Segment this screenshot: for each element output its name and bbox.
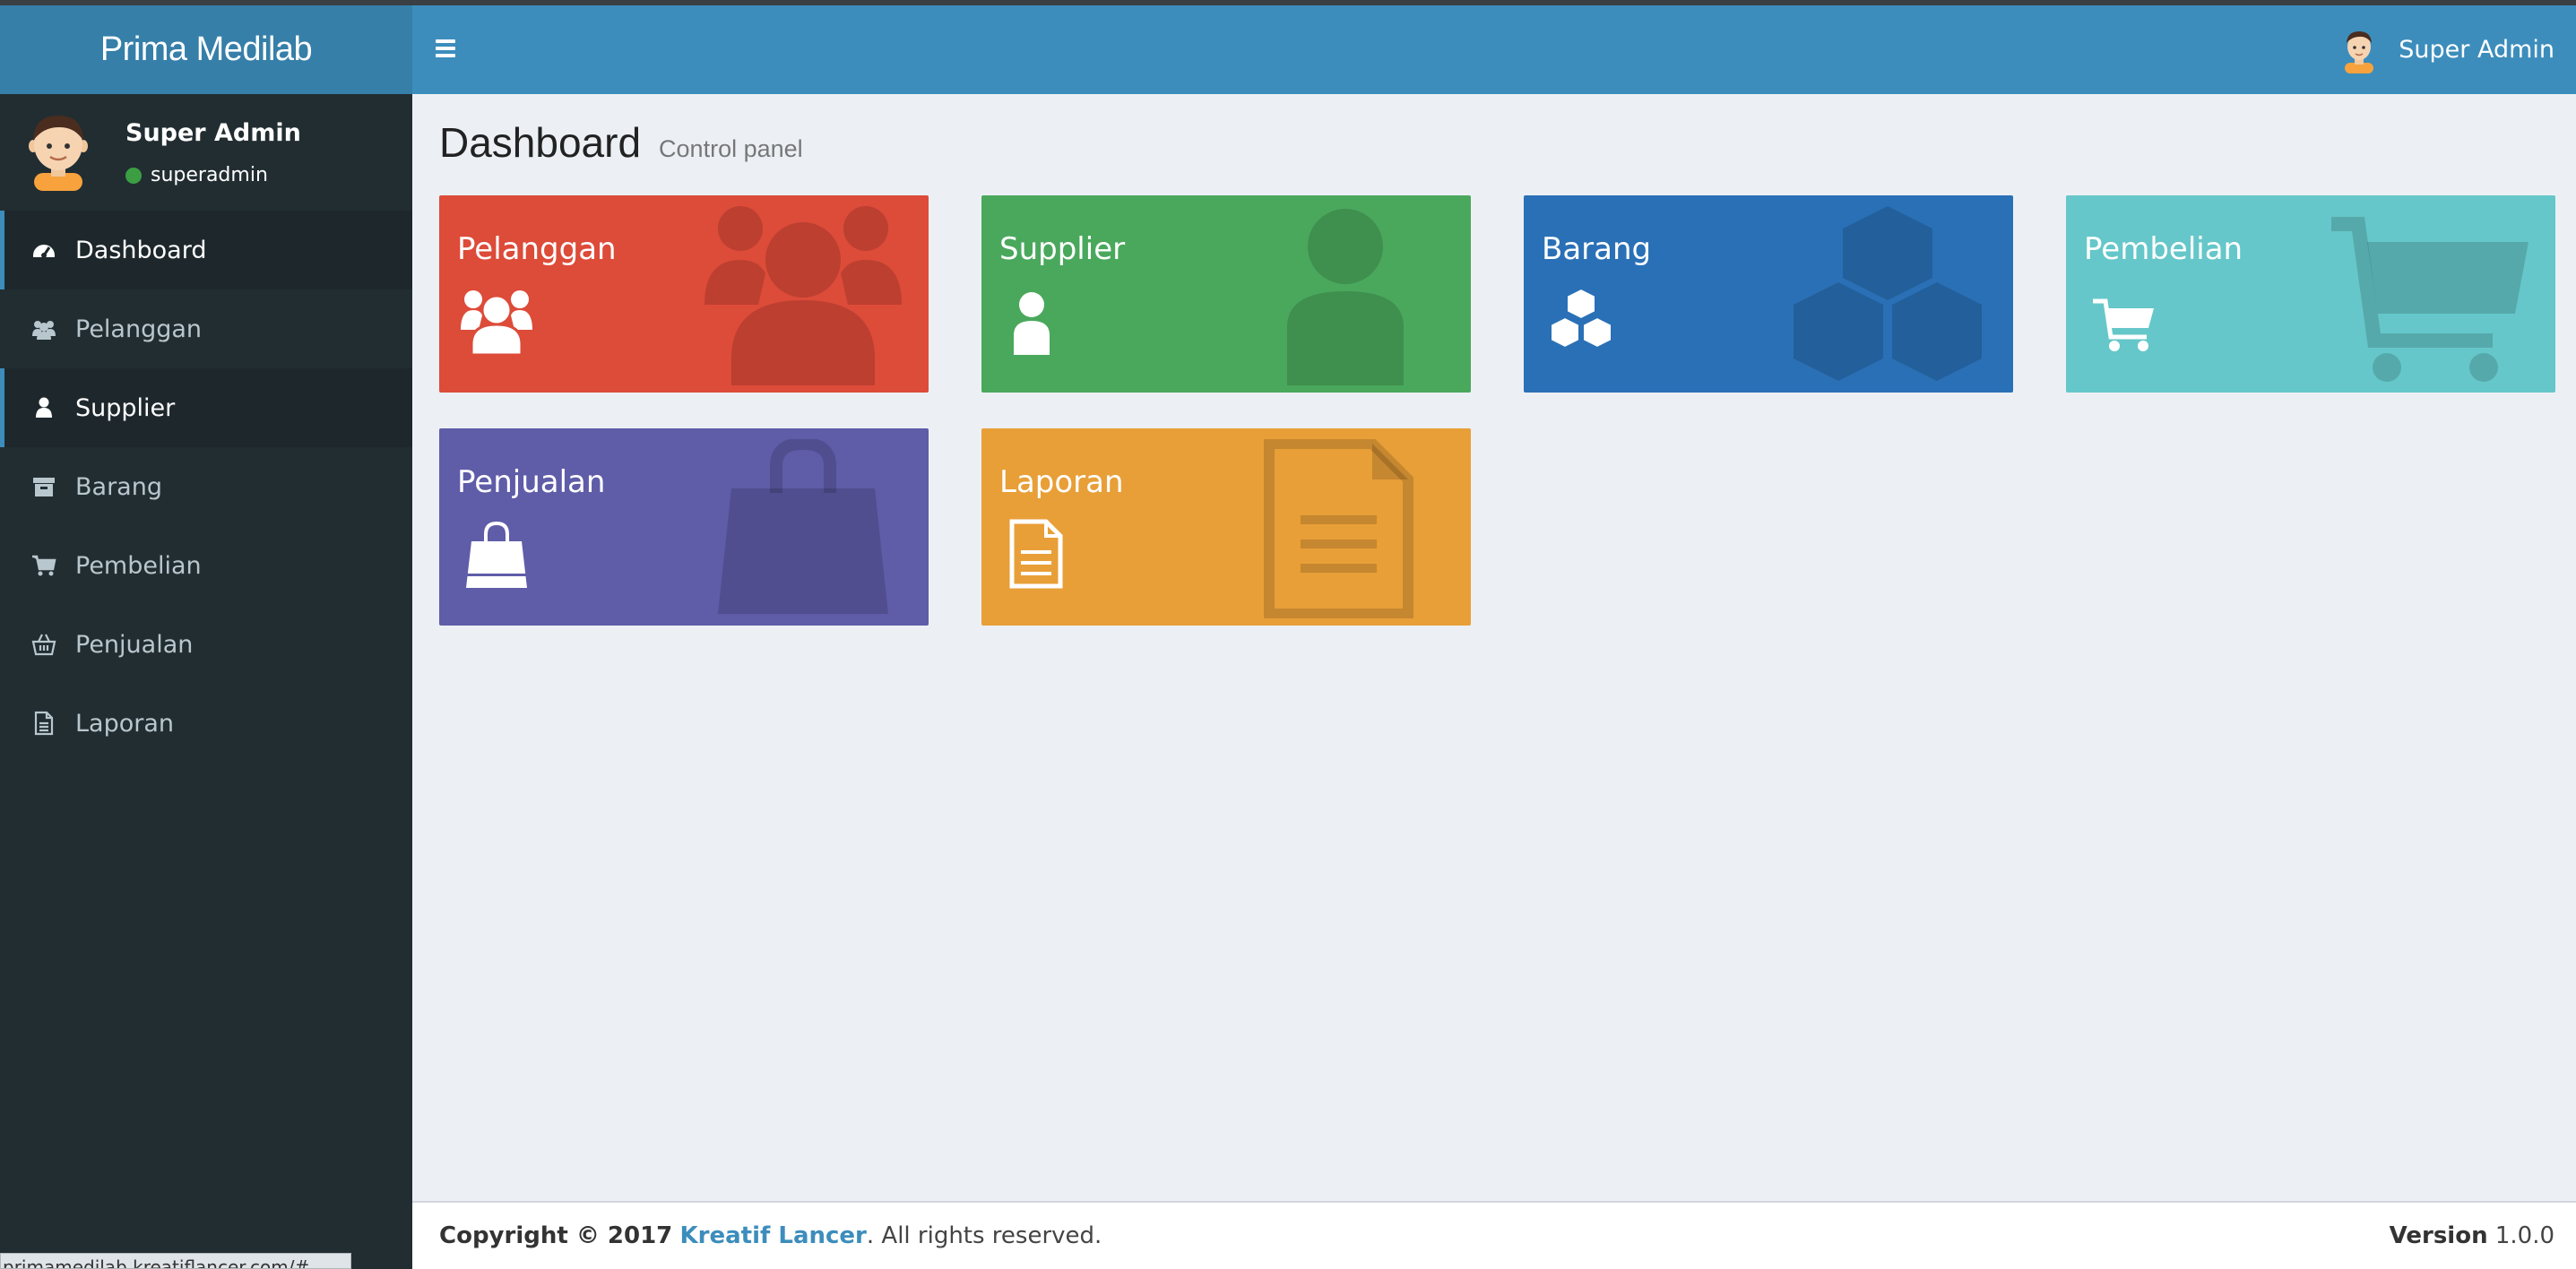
document-icon — [30, 710, 57, 737]
sidebar-item-label: Penjualan — [75, 630, 194, 659]
header-user-name: Super Admin — [2399, 36, 2554, 64]
sidebar-item-label: Pembelian — [75, 551, 202, 580]
tile-pembelian[interactable]: Pembelian — [2066, 195, 2555, 393]
tile-title: Pembelian — [2084, 231, 2243, 267]
copyright-prefix: Copyright © 2017 — [439, 1222, 673, 1249]
version-info: Version 1.0.0 — [2390, 1222, 2554, 1249]
user-menu[interactable]: Super Admin — [2339, 5, 2554, 94]
sidebar-item-pelanggan[interactable]: Pelanggan — [0, 289, 412, 368]
avatar — [29, 116, 88, 191]
cubes-icon — [1794, 206, 1982, 381]
version-number: 1.0.0 — [2494, 1222, 2554, 1249]
sidebar-item-penjualan[interactable]: Penjualan — [0, 605, 412, 684]
shopping-bag-icon — [466, 521, 527, 588]
sidebar-item-barang[interactable]: Barang — [0, 447, 412, 526]
sidebar-menu: Dashboard Pelanggan Supplier Barang Pemb… — [0, 211, 412, 763]
user-icon — [30, 394, 57, 421]
users-icon — [461, 290, 532, 357]
page-subtitle: Control panel — [659, 135, 803, 162]
sidebar-toggle-button[interactable] — [436, 36, 464, 65]
tile-barang[interactable]: Barang — [1524, 195, 2013, 393]
company-link[interactable]: Kreatif Lancer — [680, 1222, 867, 1249]
online-status-icon — [125, 167, 142, 184]
sidebar-item-pembelian[interactable]: Pembelian — [0, 526, 412, 605]
user-status: superadmin — [125, 164, 268, 186]
sidebar-item-dashboard[interactable]: Dashboard — [0, 211, 412, 289]
sidebar-item-label: Dashboard — [75, 236, 207, 264]
top-navbar: Super Admin — [412, 5, 2576, 94]
cart-icon — [2093, 298, 2154, 351]
tile-pelanggan[interactable]: Pelanggan — [439, 195, 929, 393]
tile-title: Supplier — [999, 231, 1126, 267]
tile-supplier[interactable]: Supplier — [981, 195, 1471, 393]
dashboard-icon — [30, 237, 57, 263]
cubes-icon — [1550, 287, 1612, 350]
copyright-suffix: . All rights reserved. — [866, 1222, 1102, 1249]
user-icon — [1287, 209, 1404, 385]
sidebar-item-laporan[interactable]: Laporan — [0, 684, 412, 763]
user-panel: Super Admin superadmin — [0, 94, 412, 211]
shopping-bag-icon — [718, 439, 888, 614]
sidebar-item-label: Barang — [75, 472, 162, 501]
cart-icon — [30, 552, 57, 579]
users-icon — [705, 206, 902, 385]
footer: Copyright © 2017 Kreatif Lancer. All rig… — [412, 1201, 2576, 1269]
sidebar-user-name: Super Admin — [125, 119, 301, 147]
page-title: Dashboard — [439, 119, 642, 166]
user-icon — [1014, 292, 1050, 355]
sidebar: Super Admin superadmin Dashboard Pelangg… — [0, 94, 412, 1269]
document-icon — [1264, 439, 1413, 618]
tile-penjualan[interactable]: Penjualan — [439, 428, 929, 626]
version-label: Version — [2389, 1222, 2488, 1249]
brand-logo[interactable]: Prima Medilab — [0, 5, 412, 94]
hamburger-icon — [436, 39, 455, 43]
tile-title: Laporan — [999, 464, 1124, 500]
sidebar-item-label: Pelanggan — [75, 315, 203, 343]
tile-title: Penjualan — [457, 464, 606, 500]
sidebar-item-supplier[interactable]: Supplier — [0, 368, 412, 447]
sidebar-item-label: Laporan — [75, 709, 175, 738]
copyright: Copyright © 2017 Kreatif Lancer. All rig… — [439, 1222, 1102, 1249]
tile-title: Pelanggan — [457, 231, 617, 267]
cart-icon — [2331, 217, 2528, 382]
users-icon — [30, 315, 57, 342]
tile-title: Barang — [1542, 231, 1652, 267]
tile-laporan[interactable]: Laporan — [981, 428, 1471, 626]
archive-icon — [30, 473, 57, 500]
user-role: superadmin — [151, 164, 268, 186]
avatar — [2345, 30, 2374, 73]
content-header: Dashboard Control panel — [439, 118, 803, 167]
sidebar-item-label: Supplier — [75, 393, 176, 422]
document-icon — [1009, 519, 1063, 589]
browser-status-bar: primamedilab.kreatiflancer.com/# — [0, 1253, 351, 1269]
basket-icon — [30, 631, 57, 658]
